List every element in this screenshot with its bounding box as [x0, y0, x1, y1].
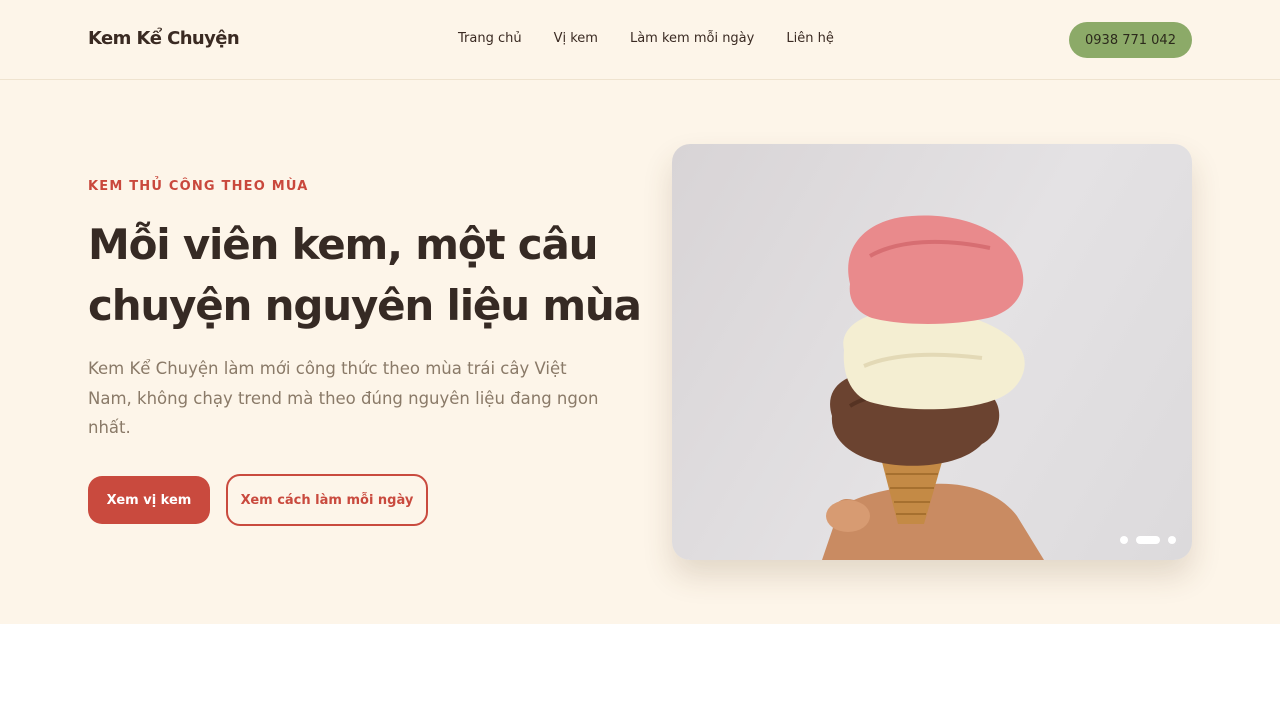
page: Kem Kể Chuyện Trang chủ Vị kem Làm kem m…: [0, 0, 1280, 720]
vanilla-scoop: [843, 310, 1025, 410]
site-header: Kem Kể Chuyện Trang chủ Vị kem Làm kem m…: [0, 0, 1280, 80]
hero-headline-line-1: Mỗi viên kem, một câu: [88, 220, 599, 269]
carousel-dot-3[interactable]: [1168, 536, 1176, 544]
carousel-dot-2-active[interactable]: [1136, 536, 1160, 544]
hero-headline: Mỗi viên kem, một câu chuyện nguyên liệu…: [88, 214, 648, 336]
view-flavors-button[interactable]: Xem vị kem: [88, 476, 210, 524]
site-logo[interactable]: Kem Kể Chuyện: [88, 28, 240, 49]
ice-cream-cone-image: [672, 144, 1192, 560]
thumb-shape: [826, 500, 870, 532]
view-process-button[interactable]: Xem cách làm mỗi ngày: [226, 474, 428, 526]
carousel-dots: [1120, 536, 1176, 544]
hero-section: Kem Kể Chuyện Trang chủ Vị kem Làm kem m…: [0, 0, 1280, 624]
ice-cream-illustration: [822, 215, 1044, 560]
hero-headline-line-2: chuyện nguyên liệu mùa: [88, 281, 642, 330]
hero-eyebrow: KEM THỦ CÔNG THEO MÙA: [88, 179, 309, 194]
phone-button[interactable]: 0938 771 042: [1069, 22, 1192, 58]
nav-link-home[interactable]: Trang chủ: [458, 31, 522, 46]
hero-description: Kem Kể Chuyện làm mới công thức theo mùa…: [88, 359, 599, 437]
carousel-dot-1[interactable]: [1120, 536, 1128, 544]
nav-link-daily-making[interactable]: Làm kem mỗi ngày: [630, 31, 754, 46]
main-nav: Trang chủ Vị kem Làm kem mỗi ngày Liên h…: [458, 31, 834, 46]
nav-link-flavors[interactable]: Vị kem: [554, 31, 598, 46]
strawberry-scoop: [848, 215, 1024, 324]
nav-link-contact[interactable]: Liên hệ: [786, 31, 833, 46]
